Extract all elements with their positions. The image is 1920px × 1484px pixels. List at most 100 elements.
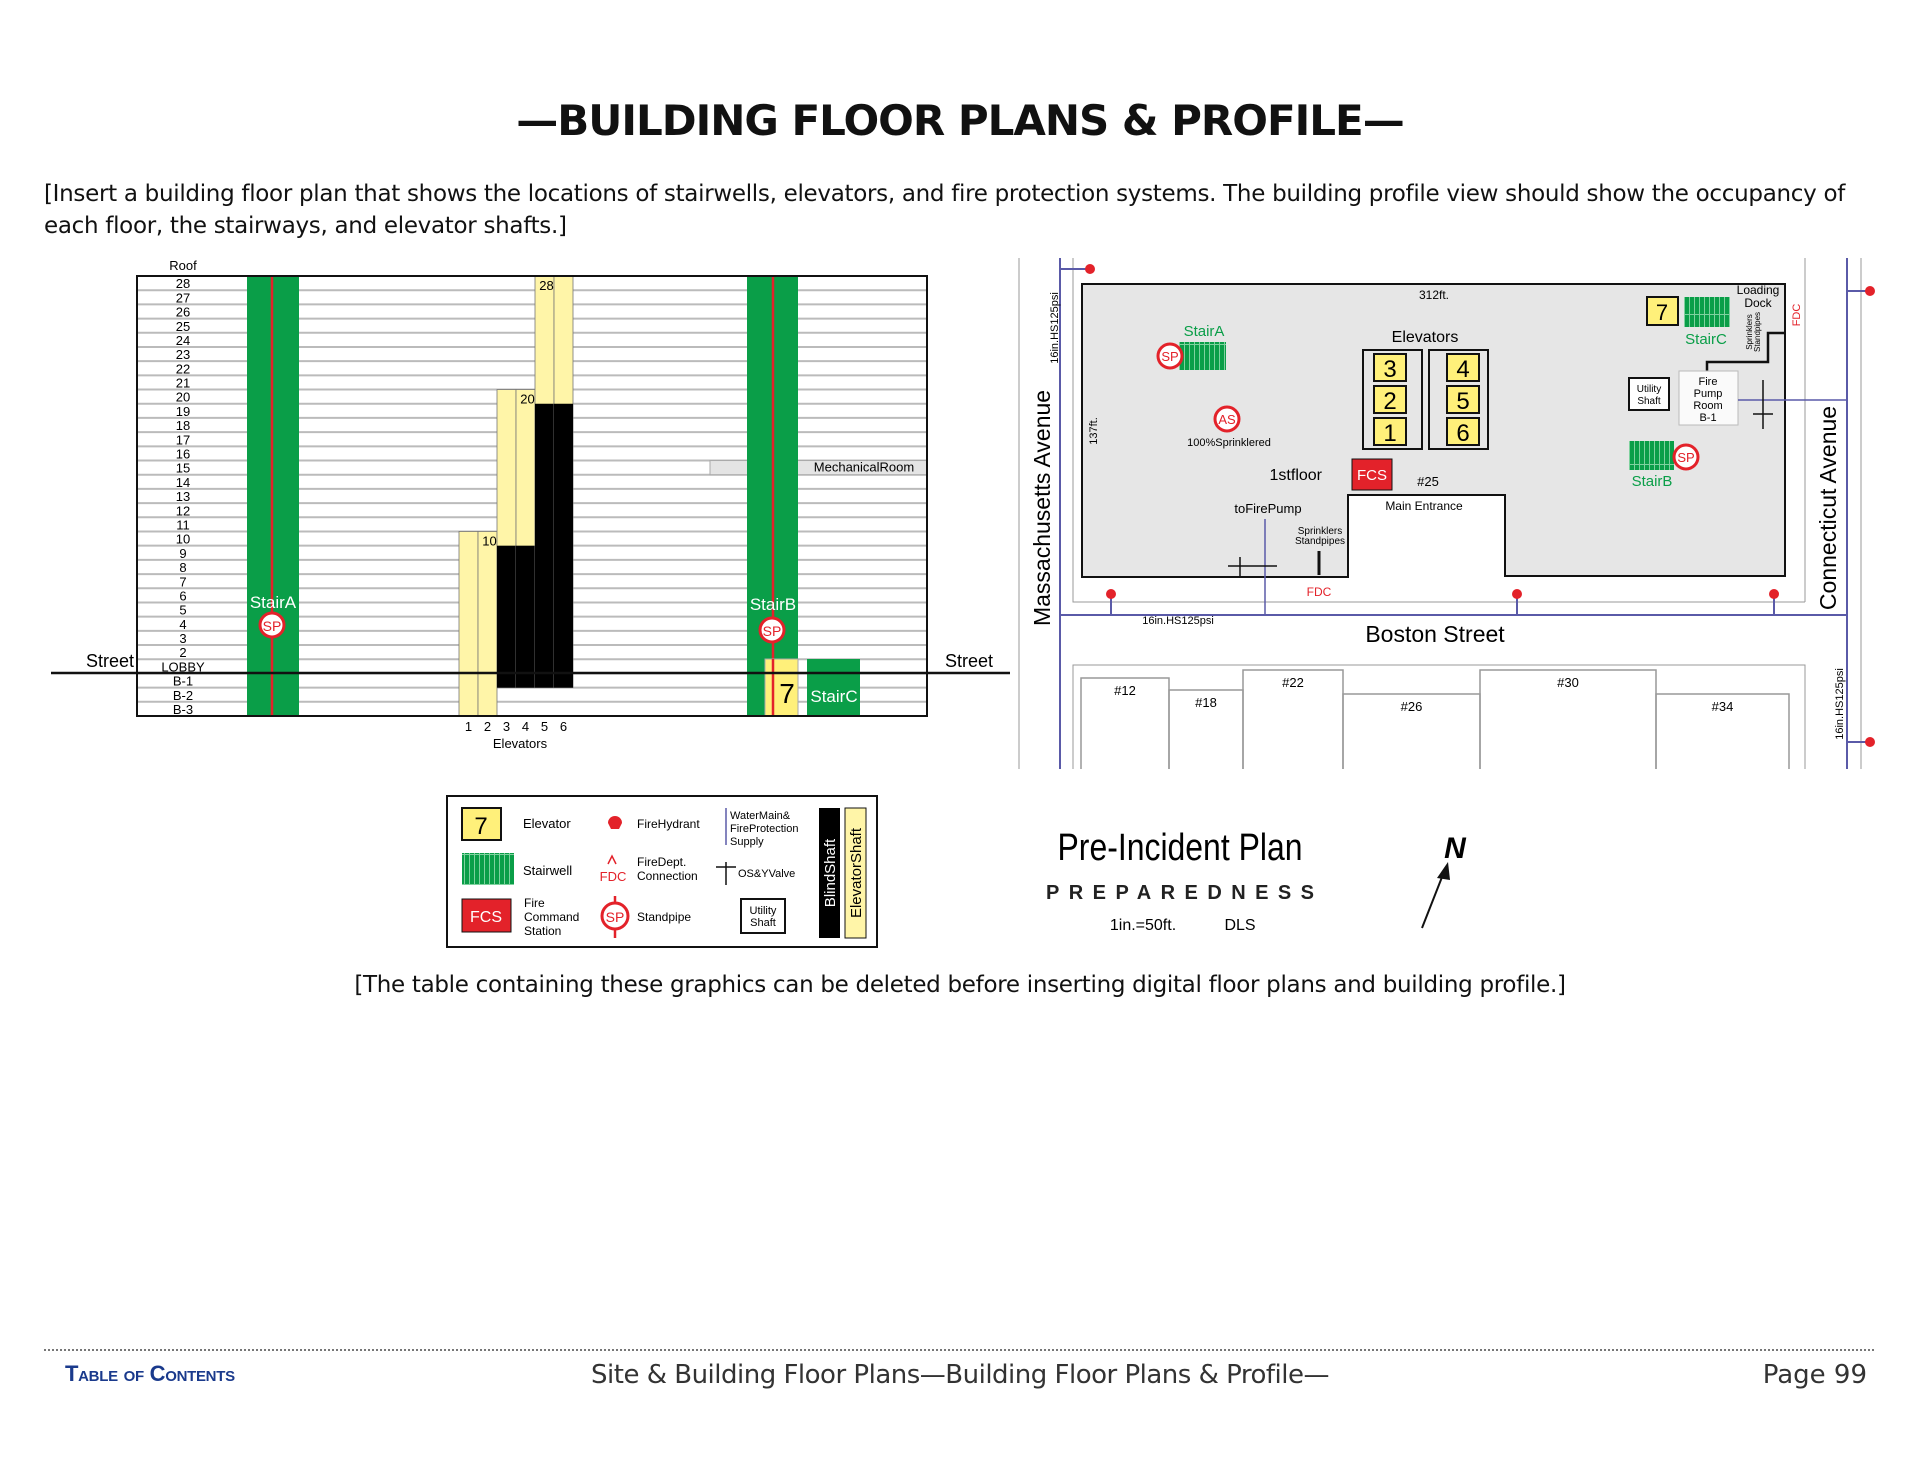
building-profile: 2827262524232221201918171615141312111098…	[51, 258, 1010, 751]
floor-label: 20	[176, 390, 190, 405]
dock-label: Dock	[1744, 296, 1772, 310]
neighbor-address: #18	[1195, 695, 1217, 710]
stairwell-icon	[462, 853, 514, 885]
legend-sp: SP	[606, 909, 625, 925]
neighbor-address: #26	[1401, 699, 1423, 714]
footer-divider	[44, 1349, 1874, 1351]
page-number: Page 99	[1762, 1360, 1867, 1390]
legend-standpipe: Standpipe	[637, 910, 691, 924]
as-label: AS	[1218, 412, 1236, 427]
elevator-top-floor-label: 10	[482, 533, 496, 548]
legend-fdc: FDC	[600, 869, 627, 884]
north-arrow-icon	[1421, 871, 1445, 929]
stair-a-label: StairA	[1184, 323, 1225, 340]
sp-label: SP	[763, 623, 782, 639]
fire-hydrant-icon	[1865, 737, 1875, 747]
elevator-car-label: 1	[1383, 420, 1396, 447]
elevator-number-label: 6	[560, 719, 567, 734]
legend-water-main: Supply	[730, 836, 764, 848]
sp-label: SP	[1161, 349, 1178, 364]
elevator-car-label: 4	[1456, 356, 1469, 383]
floor-label: 4	[179, 617, 186, 632]
floor-label: B-2	[173, 688, 193, 703]
author-label: DLS	[1224, 917, 1255, 934]
stairwell-icon	[1179, 342, 1226, 370]
sprinklered-label: 100%Sprinklered	[1187, 437, 1271, 449]
neighbor-address: #34	[1712, 699, 1734, 714]
main-entrance-label: Main Entrance	[1385, 499, 1463, 513]
floor-label: 5	[179, 603, 186, 618]
elevator-car-label: 2	[1383, 388, 1396, 415]
floor-label: 28	[176, 276, 190, 291]
neighbor-address: #12	[1114, 683, 1136, 698]
water-main-label-left: 16in.HS125psi	[1049, 292, 1061, 364]
loading-label: Loading	[1737, 283, 1780, 297]
shaft-label: Shaft	[1637, 396, 1661, 407]
elevators-label: Elevators	[1392, 329, 1459, 346]
brand-preparedness: PREPAREDNESS	[1046, 882, 1314, 904]
floor-label: 13	[176, 489, 190, 504]
water-main-label-bottom: 16in.HS125psi	[1142, 615, 1214, 627]
mechanical-room-label: MechanicalRoom	[814, 460, 914, 475]
elevator-shaft	[458, 531, 479, 717]
floor-label: 17	[176, 432, 190, 447]
street-connecticut-avenue: Connecticut Avenue	[1815, 406, 1841, 610]
blind-shaft	[535, 403, 554, 688]
elevator-top-floor-label: 20	[520, 392, 534, 407]
floor-label: 15	[176, 461, 190, 476]
standpipes-label: Standpipes	[1295, 536, 1345, 547]
to-fire-pump-label: toFirePump	[1234, 501, 1301, 516]
legend-fcs-line: Fire	[524, 896, 545, 910]
fire-pump-room-line: Fire	[1699, 376, 1718, 388]
preincident-plan-brand: Pre-Incident Plan PREPAREDNESS 1in.=50ft…	[1046, 827, 1467, 934]
footer-section-title: Site & Building Floor Plans—Building Flo…	[591, 1360, 1329, 1390]
stair-a-label: StairA	[250, 593, 297, 612]
scale-label: 1in.=50ft.	[1110, 917, 1176, 934]
street-label-left: Street	[86, 651, 134, 671]
floor-label: 3	[179, 631, 186, 646]
site-plan: 312ft. 137ft. 16in.HS125psi 16in.HS125ps…	[1018, 258, 1875, 769]
legend-utility: Shaft	[750, 917, 776, 929]
legend-fcs-line: Station	[524, 924, 561, 938]
elevator-top-floor-label: 28	[539, 278, 553, 293]
deletion-note: [The table containing these graphics can…	[354, 972, 1566, 998]
elevator-number-label: 5	[541, 719, 548, 734]
fcs-label: FCS	[1357, 467, 1387, 484]
floor-label: 14	[176, 475, 190, 490]
address-label: #25	[1417, 474, 1439, 489]
floor-label: 6	[179, 588, 186, 603]
elevators-axis-label: Elevators	[493, 736, 548, 751]
fdc-label: FDC	[1307, 585, 1332, 599]
floor-label: 12	[176, 503, 190, 518]
building-depth: 137ft.	[1088, 417, 1100, 445]
legend-elevator: Elevator	[523, 816, 571, 831]
stairwell-icon	[1684, 297, 1730, 327]
elevator-7-label: 7	[1656, 300, 1668, 325]
elevator-number-label: 3	[503, 719, 510, 734]
floor-label: 27	[176, 290, 190, 305]
roof-label: Roof	[169, 258, 197, 273]
elevator-number-label: 1	[465, 719, 472, 734]
floor-label: 22	[176, 361, 190, 376]
utility-label: Utility	[1637, 384, 1661, 395]
legend-fdc-line: FireDept.	[637, 855, 686, 869]
fire-hydrant-icon	[1769, 589, 1779, 599]
legend: 7 Elevator Stairwell FCS Fire Command St…	[446, 795, 878, 948]
blind-shaft	[554, 403, 573, 688]
legend-utility: Utility	[750, 905, 777, 917]
legend-water-main: WaterMain&	[730, 810, 791, 822]
floor-label: 8	[179, 560, 186, 575]
floor-label: 21	[176, 376, 190, 391]
north-label: N	[1444, 832, 1467, 865]
floor-label: 2	[179, 645, 186, 660]
floor-label: 7	[179, 574, 186, 589]
legend-stairwell: Stairwell	[523, 863, 572, 878]
stair-c-label: StairC	[810, 687, 857, 706]
floor-label: 10	[176, 532, 190, 547]
elevator-car-label: 6	[1456, 420, 1469, 447]
legend-elevator-num: 7	[474, 813, 487, 840]
stair-b-label: StairB	[750, 595, 796, 614]
floor-label: 9	[179, 546, 186, 561]
brand-title: Pre-Incident Plan	[1058, 827, 1303, 869]
legend-elevator-shaft: ElevatorShaft	[848, 827, 865, 918]
